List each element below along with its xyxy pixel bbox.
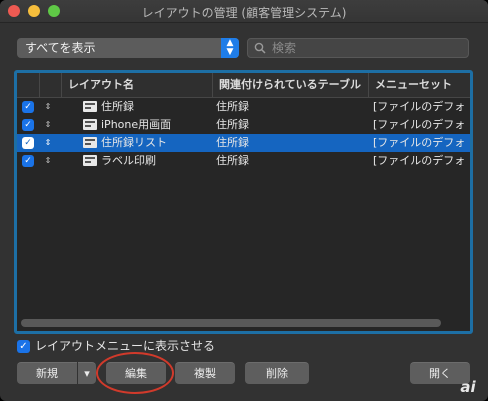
row-menu-set: [ファイルのデフォ (373, 100, 466, 113)
layout-icon (83, 119, 97, 130)
horizontal-scrollbar[interactable] (21, 319, 441, 327)
reorder-handle-icon[interactable]: ⇕ (43, 116, 53, 134)
window-title: レイアウトの管理 (顧客管理システム) (141, 6, 347, 20)
layouts-table[interactable]: レイアウト名 関連付けられているテーブル メニューセット ✓ ⇕ 住所録 住所録… (14, 70, 473, 334)
row-layout-name: 住所録リスト (101, 136, 167, 149)
table-row[interactable]: ✓ ⇕ iPhone用画面 住所録 [ファイルのデフォ (17, 116, 470, 134)
row-include-checkbox[interactable]: ✓ (22, 155, 34, 167)
header-layout-name[interactable]: レイアウト名 (61, 73, 212, 97)
new-button[interactable]: 新規 (17, 362, 77, 384)
layout-icon (83, 137, 97, 148)
layout-filter-select[interactable]: すべてを表示 ▲ ▼ (17, 38, 239, 58)
duplicate-button[interactable]: 複製 (175, 362, 235, 384)
search-placeholder: 検索 (272, 41, 297, 55)
row-include-checkbox[interactable]: ✓ (22, 137, 34, 149)
row-include-checkbox[interactable]: ✓ (22, 119, 34, 131)
header-reorder-column[interactable] (39, 73, 61, 97)
select-stepper-icon: ▲ ▼ (221, 38, 239, 58)
row-menu-set: [ファイルのデフォ (373, 118, 466, 131)
watermark-logo: ai (460, 378, 476, 396)
stepper-down-icon: ▼ (226, 47, 234, 57)
row-menu-set: [ファイルのデフォ (373, 136, 466, 149)
reorder-handle-icon[interactable]: ⇕ (43, 152, 53, 170)
row-table-name: 住所録 (216, 154, 249, 167)
row-layout-name: 住所録 (101, 100, 134, 113)
table-row[interactable]: ✓ ⇕ ラベル印刷 住所録 [ファイルのデフォ (17, 152, 470, 170)
layout-icon (83, 101, 97, 112)
filter-select-value: すべてを表示 (25, 41, 96, 55)
title-bar[interactable]: レイアウトの管理 (顧客管理システム) (0, 0, 488, 23)
layout-icon (83, 155, 97, 166)
row-table-name: 住所録 (216, 100, 249, 113)
row-table-name: 住所録 (216, 136, 249, 149)
reorder-handle-icon[interactable]: ⇕ (43, 98, 53, 116)
highlight-annotation-oval (96, 352, 174, 394)
new-dropdown-button[interactable]: ▾ (78, 362, 96, 384)
delete-button[interactable]: 削除 (245, 362, 309, 384)
search-input[interactable]: 検索 (247, 38, 469, 58)
search-icon (254, 42, 266, 54)
show-in-menu-checkbox[interactable]: ✓ (17, 340, 30, 353)
table-row-selected[interactable]: ✓ ⇕ 住所録リスト 住所録 [ファイルのデフォ (17, 134, 470, 152)
row-layout-name: iPhone用画面 (101, 118, 172, 131)
reorder-handle-icon[interactable]: ⇕ (43, 134, 53, 152)
row-menu-set: [ファイルのデフォ (373, 154, 466, 167)
row-layout-name: ラベル印刷 (101, 154, 156, 167)
row-include-checkbox[interactable]: ✓ (22, 101, 34, 113)
table-header: レイアウト名 関連付けられているテーブル メニューセット (17, 73, 470, 98)
header-menu-set[interactable]: メニューセット (368, 73, 470, 97)
row-table-name: 住所録 (216, 118, 249, 131)
manage-layouts-window: レイアウトの管理 (顧客管理システム) すべてを表示 ▲ ▼ 検索 レイアウト名… (0, 0, 488, 401)
table-row[interactable]: ✓ ⇕ 住所録 住所録 [ファイルのデフォ (17, 98, 470, 116)
header-associated-table[interactable]: 関連付けられているテーブル (212, 73, 368, 97)
